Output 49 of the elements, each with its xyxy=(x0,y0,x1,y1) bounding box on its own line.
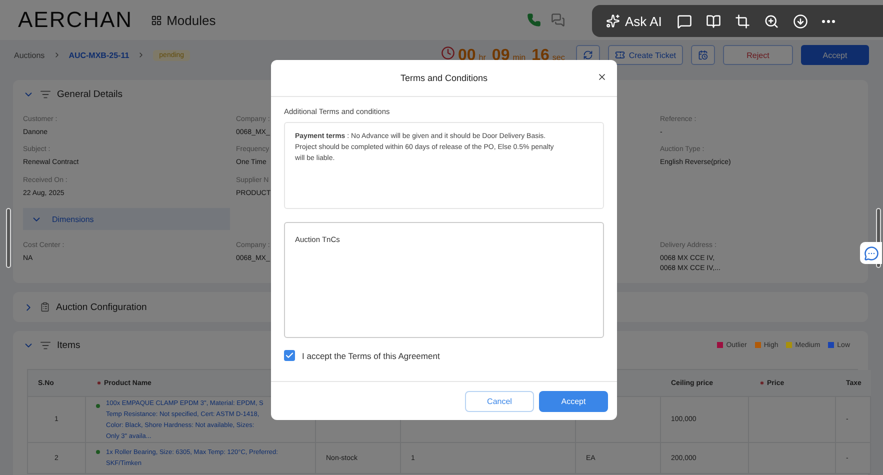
status-dot-icon xyxy=(96,404,100,408)
agreement-checkbox[interactable] xyxy=(284,350,295,361)
close-icon xyxy=(597,72,607,82)
section-title: Items xyxy=(57,340,80,351)
dialog-title: Terms and Conditions xyxy=(400,73,488,83)
breadcrumb-link[interactable]: Auctions xyxy=(14,50,45,60)
ticket-icon xyxy=(614,50,625,60)
scrollbar-thumb[interactable] xyxy=(6,208,11,268)
zoom-in-icon xyxy=(764,14,779,28)
accept-button[interactable]: Accept xyxy=(539,390,608,412)
timer-value: 16 xyxy=(532,46,550,64)
sparkle-icon xyxy=(606,14,620,28)
status-dot-icon xyxy=(96,450,100,454)
section-title: General Details xyxy=(57,88,122,100)
agreement-label: I accept the Terms of this Agreement xyxy=(302,350,440,360)
refresh-icon xyxy=(582,50,593,60)
timer-value: 00 xyxy=(458,46,476,64)
grid-icon xyxy=(150,14,162,26)
timer-value: 09 xyxy=(492,46,510,64)
create-ticket-button[interactable]: Create Ticket xyxy=(608,45,683,65)
section-title: Dimensions xyxy=(52,214,94,224)
list-icon xyxy=(40,340,51,351)
section-title: Auction Configuration xyxy=(56,302,147,313)
ask-ai-button[interactable]: Ask AI xyxy=(600,14,668,28)
chat-button[interactable] xyxy=(860,242,882,264)
check-icon xyxy=(285,351,294,360)
accept-button[interactable]: Accept xyxy=(801,45,869,65)
clipboard-icon xyxy=(40,302,50,312)
more-icon xyxy=(822,20,835,22)
timer-unit: sec xyxy=(552,52,565,62)
chat-icon[interactable] xyxy=(551,13,565,27)
chat-icon xyxy=(864,246,878,260)
download-icon xyxy=(792,14,808,28)
cancel-button[interactable]: Cancel xyxy=(465,390,534,412)
logo[interactable]: AERCHAN xyxy=(18,7,133,33)
comment-icon xyxy=(676,14,692,28)
dimensions-bar[interactable]: Dimensions xyxy=(23,208,230,230)
reject-button[interactable]: Reject xyxy=(723,45,793,65)
list-icon xyxy=(40,88,51,100)
close-button[interactable] xyxy=(597,72,607,82)
timer-unit: hr xyxy=(478,52,486,62)
calendar-button[interactable] xyxy=(691,45,715,65)
breadcrumb-link[interactable]: AUC-MXB-25-11 xyxy=(68,50,130,60)
clock-icon xyxy=(441,46,455,60)
modules-button[interactable]: Modules xyxy=(150,12,216,28)
book-icon xyxy=(706,14,721,28)
crop-icon xyxy=(734,14,750,28)
calendar-icon xyxy=(698,50,708,60)
timer-unit: min xyxy=(512,52,526,62)
